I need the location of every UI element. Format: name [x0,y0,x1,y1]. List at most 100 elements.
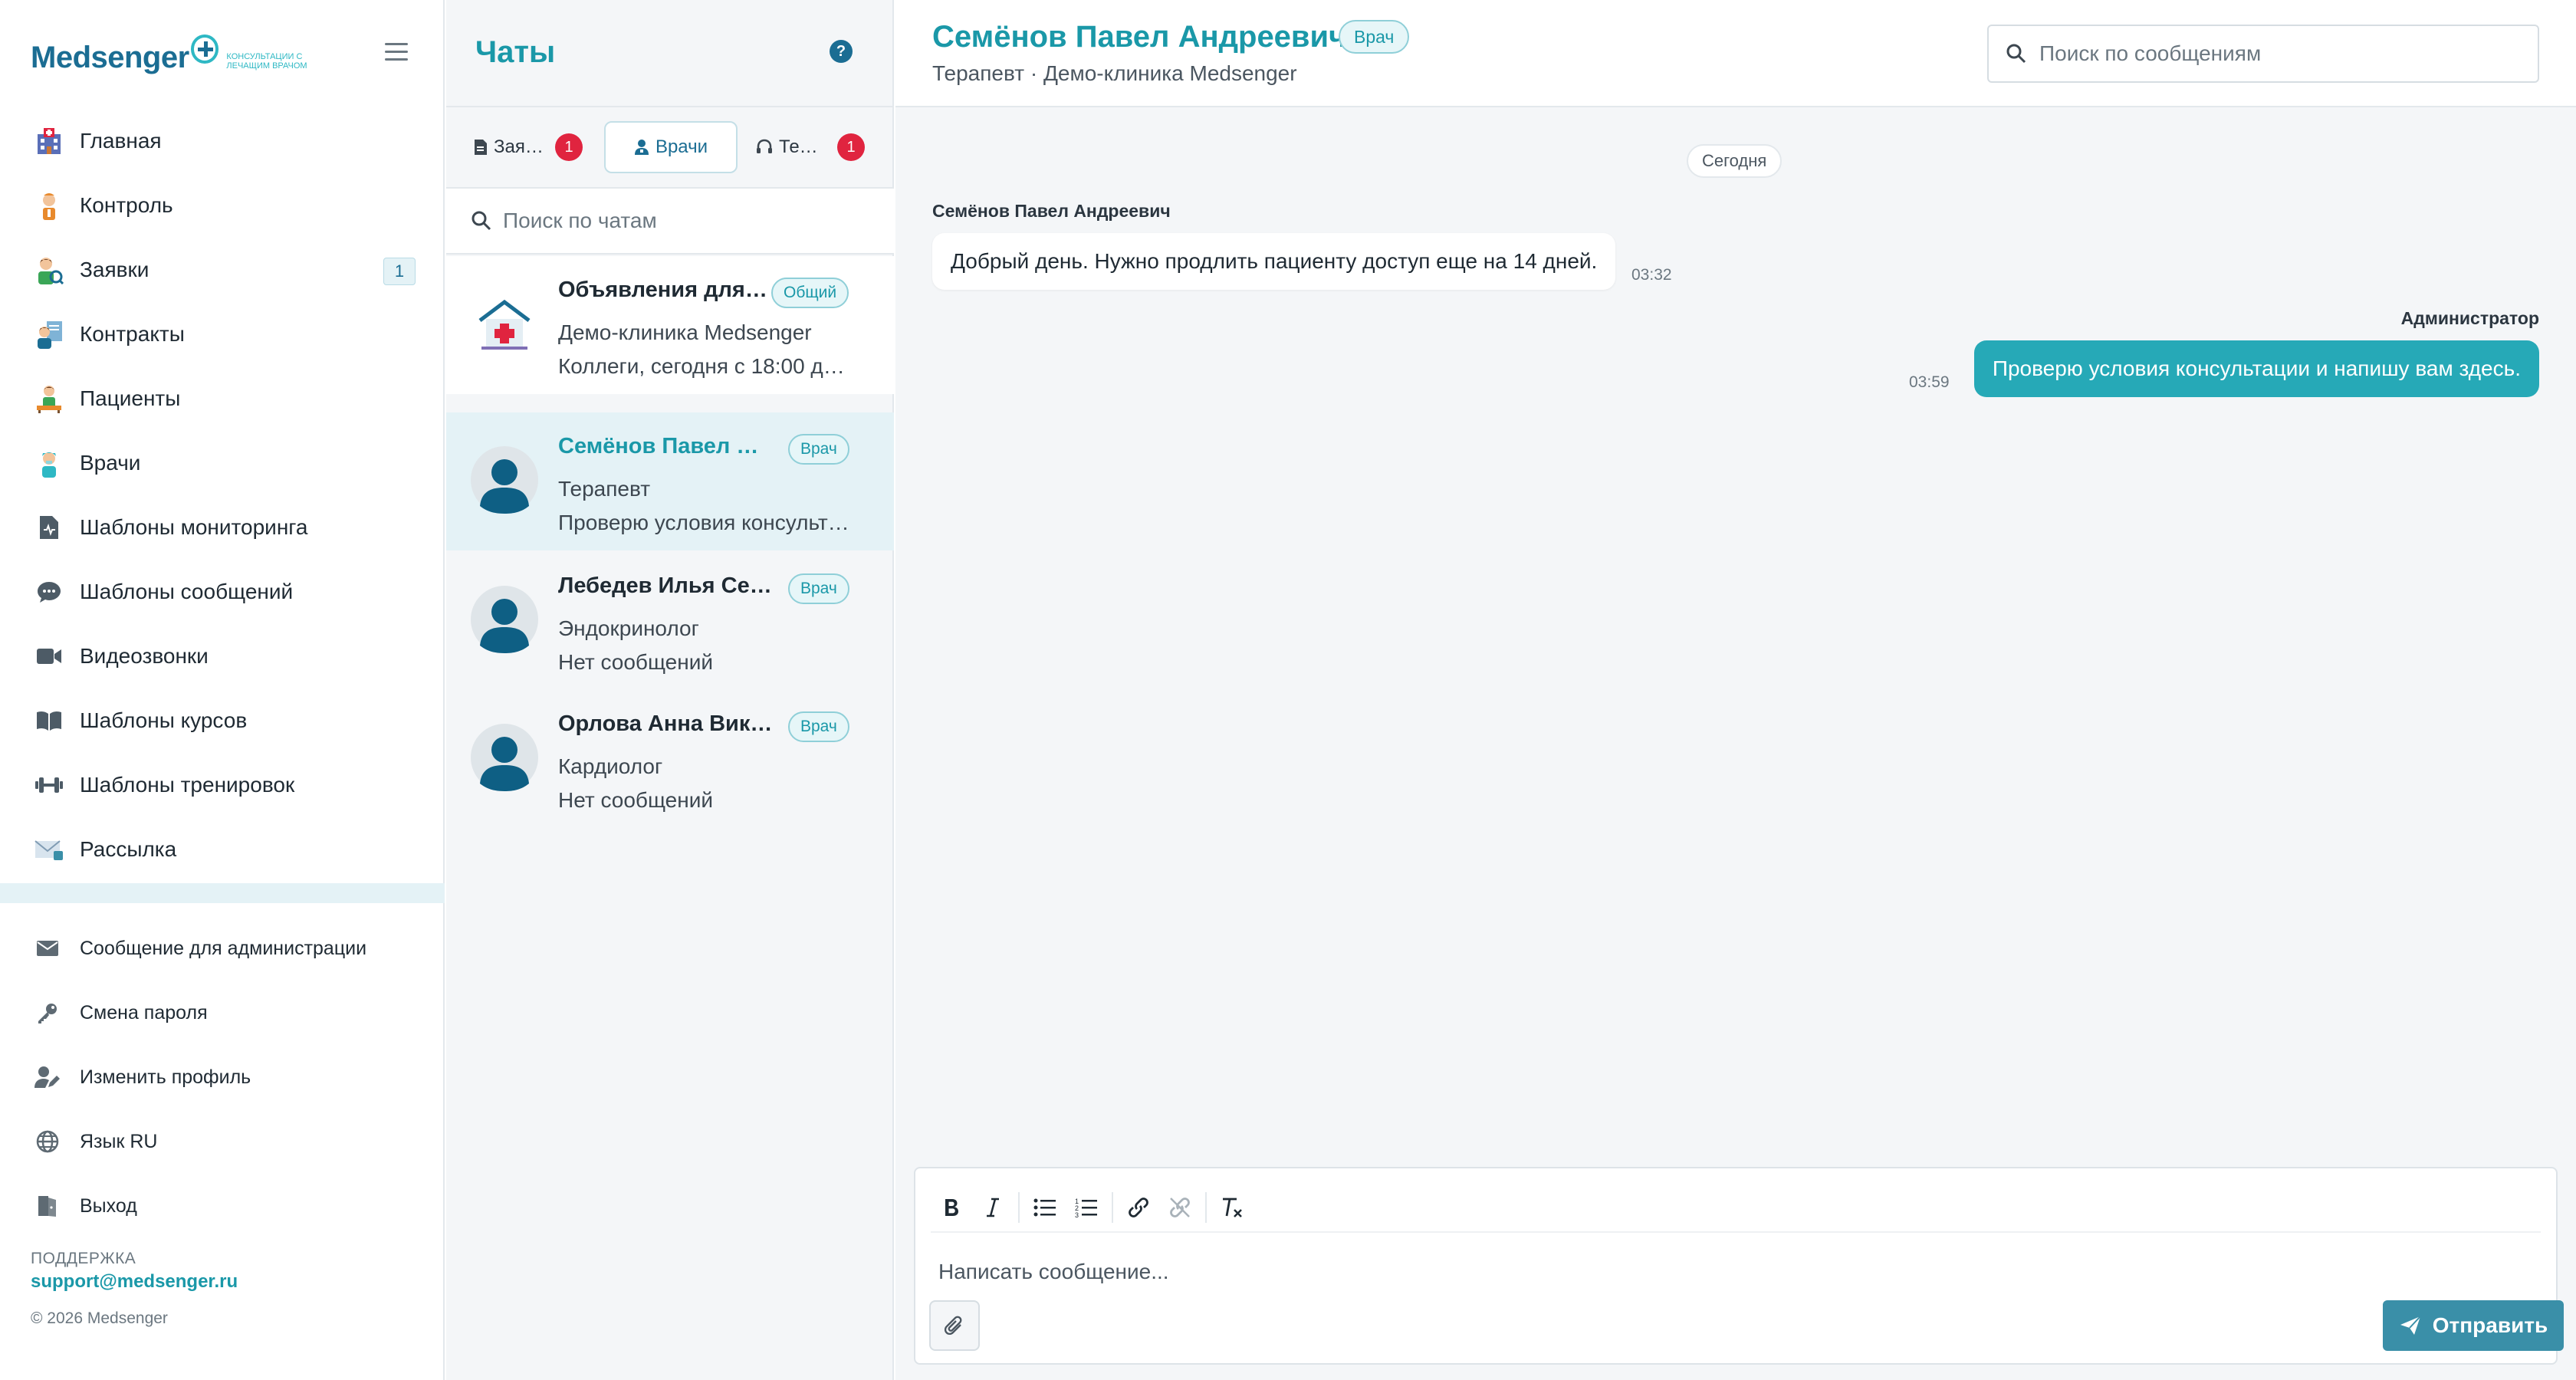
chat-search-bar [446,189,894,255]
sidebar-item-video-calls[interactable]: Видеозвонки [0,624,445,688]
sidebar-item-admin-message[interactable]: Сообщение для администрации [0,916,445,981]
sidebar-item-workout-templates[interactable]: Шаблоны тренировок [0,753,445,817]
bullet-list-icon[interactable] [1024,1187,1066,1228]
tab-requests[interactable]: Зая… [474,121,550,173]
clipboard-icon [34,512,64,543]
sidebar-item-edit-profile[interactable]: Изменить профиль [0,1045,445,1109]
chat-tag-badge: Врач [788,573,849,604]
chat-name: Объявления для … [558,278,773,302]
tab-tech-support[interactable]: Те… [756,121,833,173]
chat-list-item-selected[interactable]: Семёнов Павел Ан… Врач Терапевт Проверю … [446,412,894,550]
chat-tag-badge: Общий [771,278,849,308]
sidebar-item-requests[interactable]: Заявки 1 [0,238,445,302]
logout-icon [34,1192,61,1220]
chat-tabs: Зая… 1 Врачи Те… 1 [446,107,894,189]
chat-list-title: Чаты [475,35,556,69]
editor-toolbar: 123 [931,1184,2541,1233]
chat-subtitle: Кардиолог [558,754,663,778]
medsenger-logo[interactable]: Medsenger Консультации с лечащим врачом [31,31,322,84]
sidebar-item-label: Контроль [80,193,173,217]
chat-last-message: Проверю условия консульт… [558,511,849,534]
sidebar-item-message-templates[interactable]: Шаблоны сообщений [0,560,445,624]
sidebar-item-label: Видеозвонки [80,644,209,668]
chat-last-message: Нет сообщений [558,650,714,674]
sidebar: Medsenger Консультации с лечащим врачом … [0,0,445,1380]
tab-doctors[interactable]: Врачи [604,121,738,173]
toolbar-divider [1018,1192,1020,1223]
clear-format-icon[interactable] [1211,1187,1253,1228]
link-icon[interactable] [1118,1187,1159,1228]
message-input[interactable] [938,1245,2533,1299]
chat-tag-badge: Врач [788,711,849,742]
support-email-link[interactable]: support@medsenger.ru [31,1271,238,1293]
request-icon [34,255,64,285]
unlink-icon[interactable] [1159,1187,1201,1228]
sidebar-item-patients[interactable]: Пациенты [0,366,445,431]
sidebar-item-change-password[interactable]: Смена пароля [0,981,445,1045]
message-search-input[interactable] [2039,41,2515,66]
envelope-icon [34,935,61,962]
sidebar-item-monitoring-templates[interactable]: Шаблоны мониторинга [0,495,445,560]
conversation-subtitle: Терапевт · Демо-клиника Medsenger [932,61,1297,85]
toolbar-divider [1205,1192,1207,1223]
attach-file-button[interactable] [929,1300,980,1351]
globe-icon [34,1128,61,1155]
sidebar-bottom-label: Язык RU [80,1130,158,1152]
conversation-title[interactable]: Семёнов Павел Андреевич [932,20,1346,54]
chat-name: Лебедев Илья Серг… [558,573,773,598]
document-icon [474,139,488,156]
sidebar-bottom-label: Смена пароля [80,1001,208,1024]
sidebar-item-label: Врачи [80,451,141,475]
sidebar-item-home[interactable]: Главная [0,109,445,173]
sidebar-item-control[interactable]: Контроль [0,173,445,238]
sidebar-item-label: Пациенты [80,386,181,410]
chat-list-item[interactable]: Орлова Анна Викто… Врач Кардиолог Нет со… [446,690,894,828]
chat-last-message: Коллеги, сегодня с 18:00 д… [558,354,845,378]
sidebar-item-label: Шаблоны мониторинга [80,515,308,539]
sidebar-item-partial-hidden[interactable] [0,883,445,903]
search-icon [471,210,492,232]
doctor-tab-icon [634,139,649,156]
chat-list-item[interactable]: Объявления для … Общий Демо-клиника Meds… [446,256,894,394]
search-icon [2006,43,2027,64]
bold-icon[interactable] [931,1187,972,1228]
sidebar-item-label: Заявки [80,258,150,281]
help-icon[interactable]: ? [830,40,853,63]
chat-name: Орлова Анна Викто… [558,711,773,736]
send-button[interactable]: Отправить [2383,1300,2564,1351]
sidebar-item-doctors[interactable]: Врачи [0,431,445,495]
logo-wordmark: Medsenger [31,40,189,74]
sidebar-item-course-templates[interactable]: Шаблоны курсов [0,688,445,753]
send-button-label: Отправить [2432,1313,2548,1337]
tab-label: Те… [779,136,818,157]
sidebar-bottom-label: Сообщение для администрации [80,937,367,959]
sidebar-bottom-nav: Сообщение для администрации Смена пароля… [0,916,445,1238]
sidebar-item-contracts[interactable]: Контракты [0,302,445,366]
logo-cross-icon [190,34,219,64]
chat-search-input[interactable] [503,209,871,233]
sidebar-bottom-label: Изменить профиль [80,1066,251,1088]
contract-icon [34,319,64,350]
sidebar-bottom-label: Выход [80,1194,137,1217]
menu-toggle-icon[interactable] [385,43,408,63]
chat-list-item[interactable]: Лебедев Илья Серг… Врач Эндокринолог Нет… [446,552,894,690]
message-time: 03:32 [1631,266,1672,284]
message-sender: Семёнов Павел Андреевич [932,201,1171,221]
conversation-panel: Семёнов Павел Андреевич Врач Терапевт · … [895,0,2576,1380]
tab-tech-support-badge: 1 [837,133,865,161]
sidebar-item-label: Контракты [80,322,185,346]
conversation-role-badge: Врач [1339,20,1410,54]
paper-plane-icon [2399,1315,2422,1336]
message-search-bar [1987,25,2539,83]
sidebar-item-logout[interactable]: Выход [0,1174,445,1238]
chat-subtitle: Терапевт [558,477,651,501]
paperclip-icon [944,1314,965,1337]
sidebar-nav: Главная Контроль Заявки 1 Контракты Паци… [0,109,445,882]
incoming-message-bubble: Добрый день. Нужно продлить пациенту дос… [932,233,1616,290]
italic-icon[interactable] [972,1187,1014,1228]
sidebar-item-mailing[interactable]: Рассылка [0,817,445,882]
sidebar-item-language[interactable]: Язык RU [0,1109,445,1174]
patient-icon [34,383,64,414]
hospital-icon [34,126,64,156]
numbered-list-icon[interactable]: 123 [1066,1187,1107,1228]
